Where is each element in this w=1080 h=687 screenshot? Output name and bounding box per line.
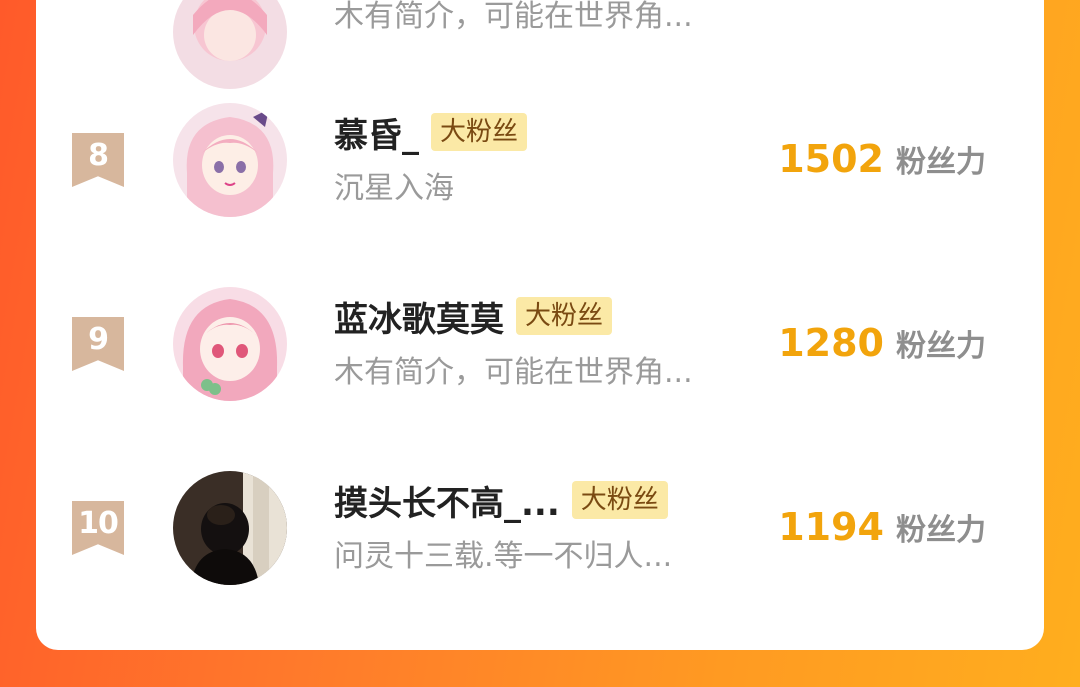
avatar[interactable] — [173, 471, 287, 585]
fan-power: 1280 粉丝力 — [778, 321, 986, 365]
name-line: 摸头长不高_... 大粉丝 — [334, 475, 668, 525]
rank-number: 9 — [88, 322, 109, 357]
fan-power: 1194 粉丝力 — [778, 505, 986, 549]
rank-badge: 9 — [72, 317, 124, 371]
user-name[interactable]: 蓝冰歌莫莫 — [334, 292, 504, 341]
list-item[interactable]: 8 慕昏_ 大粉丝 沉星入海 1502 粉丝力 — [36, 97, 1044, 237]
fan-level-badge: 大粉丝 — [571, 481, 668, 519]
fan-power-value: 1194 — [778, 505, 884, 549]
user-bio: 木有简介，可能在世界角... — [334, 355, 693, 390]
user-name[interactable]: 慕昏_ — [334, 108, 419, 157]
fan-level-badge: 大粉丝 — [431, 113, 528, 151]
person-photo-avatar-icon — [173, 471, 287, 585]
user-bio: 沉星入海 — [334, 171, 454, 206]
fan-power-value: 1280 — [778, 321, 884, 365]
fan-power-label: 粉丝力 — [896, 329, 986, 364]
fan-level-badge: 大粉丝 — [516, 297, 613, 335]
list-item[interactable]: 10 摸头长不高_... 大粉丝 问灵十三载.等一不归人... 1194 粉丝力 — [36, 465, 1044, 605]
rank-badge: 10 — [72, 501, 124, 555]
fan-power-value: 1502 — [778, 137, 884, 181]
avatar[interactable] — [173, 287, 287, 401]
ranking-card: 木有简介，可能在世界角... 8 慕昏_ 大粉丝 沉星入海 1502 粉丝力 9… — [36, 0, 1044, 650]
anime-girl-avatar-icon — [173, 287, 287, 401]
fan-power-label: 粉丝力 — [896, 513, 986, 548]
name-line: 慕昏_ 大粉丝 — [334, 107, 528, 157]
user-bio: 问灵十三载.等一不归人... — [334, 539, 673, 574]
avatar[interactable] — [173, 103, 287, 217]
avatar[interactable] — [173, 0, 287, 89]
rank-number: 10 — [78, 506, 119, 541]
rank-number: 8 — [88, 138, 109, 173]
name-line: 蓝冰歌莫莫 大粉丝 — [334, 291, 613, 341]
list-item[interactable]: 9 蓝冰歌莫莫 大粉丝 木有简介，可能在世界角... 1280 粉丝力 — [36, 281, 1044, 421]
user-name[interactable]: 摸头长不高_... — [334, 476, 560, 525]
fan-power-label: 粉丝力 — [896, 145, 986, 180]
rank-badge: 8 — [72, 133, 124, 187]
fan-power: 1502 粉丝力 — [778, 137, 986, 181]
anime-girl-avatar-icon — [173, 103, 287, 217]
list-item-partial[interactable]: 木有简介，可能在世界角... — [36, 0, 1044, 89]
user-bio: 木有简介，可能在世界角... — [334, 0, 693, 34]
